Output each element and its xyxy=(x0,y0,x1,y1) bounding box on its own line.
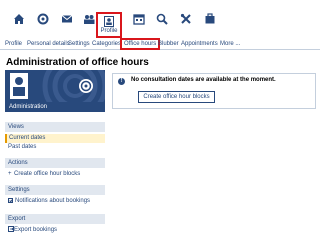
admin-icon[interactable] xyxy=(197,3,223,35)
setting-notifications[interactable]: Notifications about bookings xyxy=(5,197,105,206)
views-heading: Views xyxy=(5,122,105,132)
view-past-dates[interactable]: Past dates xyxy=(5,143,105,152)
action-label: Create office hour blocks xyxy=(14,171,81,177)
setting-label: Notifications about bookings xyxy=(15,198,91,204)
profile-icon[interactable]: Profile xyxy=(96,12,122,38)
action-create-office-hour-blocks[interactable]: + Create office hour blocks xyxy=(5,170,105,179)
view-current-dates[interactable]: Current dates xyxy=(5,134,105,143)
page-title: Administration of office hours xyxy=(6,57,149,68)
top-navigation: Profile xyxy=(0,0,320,38)
activity-icon[interactable] xyxy=(30,3,56,35)
search-icon[interactable] xyxy=(149,3,175,35)
settings-heading: Settings xyxy=(5,185,105,195)
info-icon: ! xyxy=(118,78,125,85)
tab-settings[interactable]: Settings xyxy=(68,40,90,50)
tab-more[interactable]: More ... xyxy=(220,40,240,50)
tab-appointments[interactable]: Appointments xyxy=(181,40,218,50)
tab-office-hours[interactable]: Office hours xyxy=(120,38,161,50)
tab-profile[interactable]: Profile xyxy=(5,40,22,50)
checkbox-icon[interactable] xyxy=(8,198,13,203)
export-label: Export bookings xyxy=(14,227,58,233)
profile-tabs: Profile Personal details Settings Catego… xyxy=(0,38,320,50)
profile-label: Profile xyxy=(100,28,118,34)
tab-personal-details[interactable]: Personal details xyxy=(27,40,70,50)
tab-categories[interactable]: Categories xyxy=(92,40,121,50)
tab-blubber[interactable]: Blubber xyxy=(158,40,179,50)
avatar-banner xyxy=(5,70,105,102)
info-message: ! No consultation dates are available at… xyxy=(112,73,316,109)
export-bookings[interactable]: Export bookings xyxy=(5,226,105,235)
export-heading: Export xyxy=(5,214,105,224)
home-icon[interactable] xyxy=(6,3,32,35)
tools-icon[interactable] xyxy=(173,3,199,35)
info-text: No consultation dates are available at t… xyxy=(131,77,276,83)
create-office-hour-blocks-button[interactable]: Create office hour blocks xyxy=(138,91,215,103)
banner-graphic xyxy=(10,70,105,102)
administration-label: Administration xyxy=(5,102,105,112)
actions-heading: Actions xyxy=(5,158,105,168)
